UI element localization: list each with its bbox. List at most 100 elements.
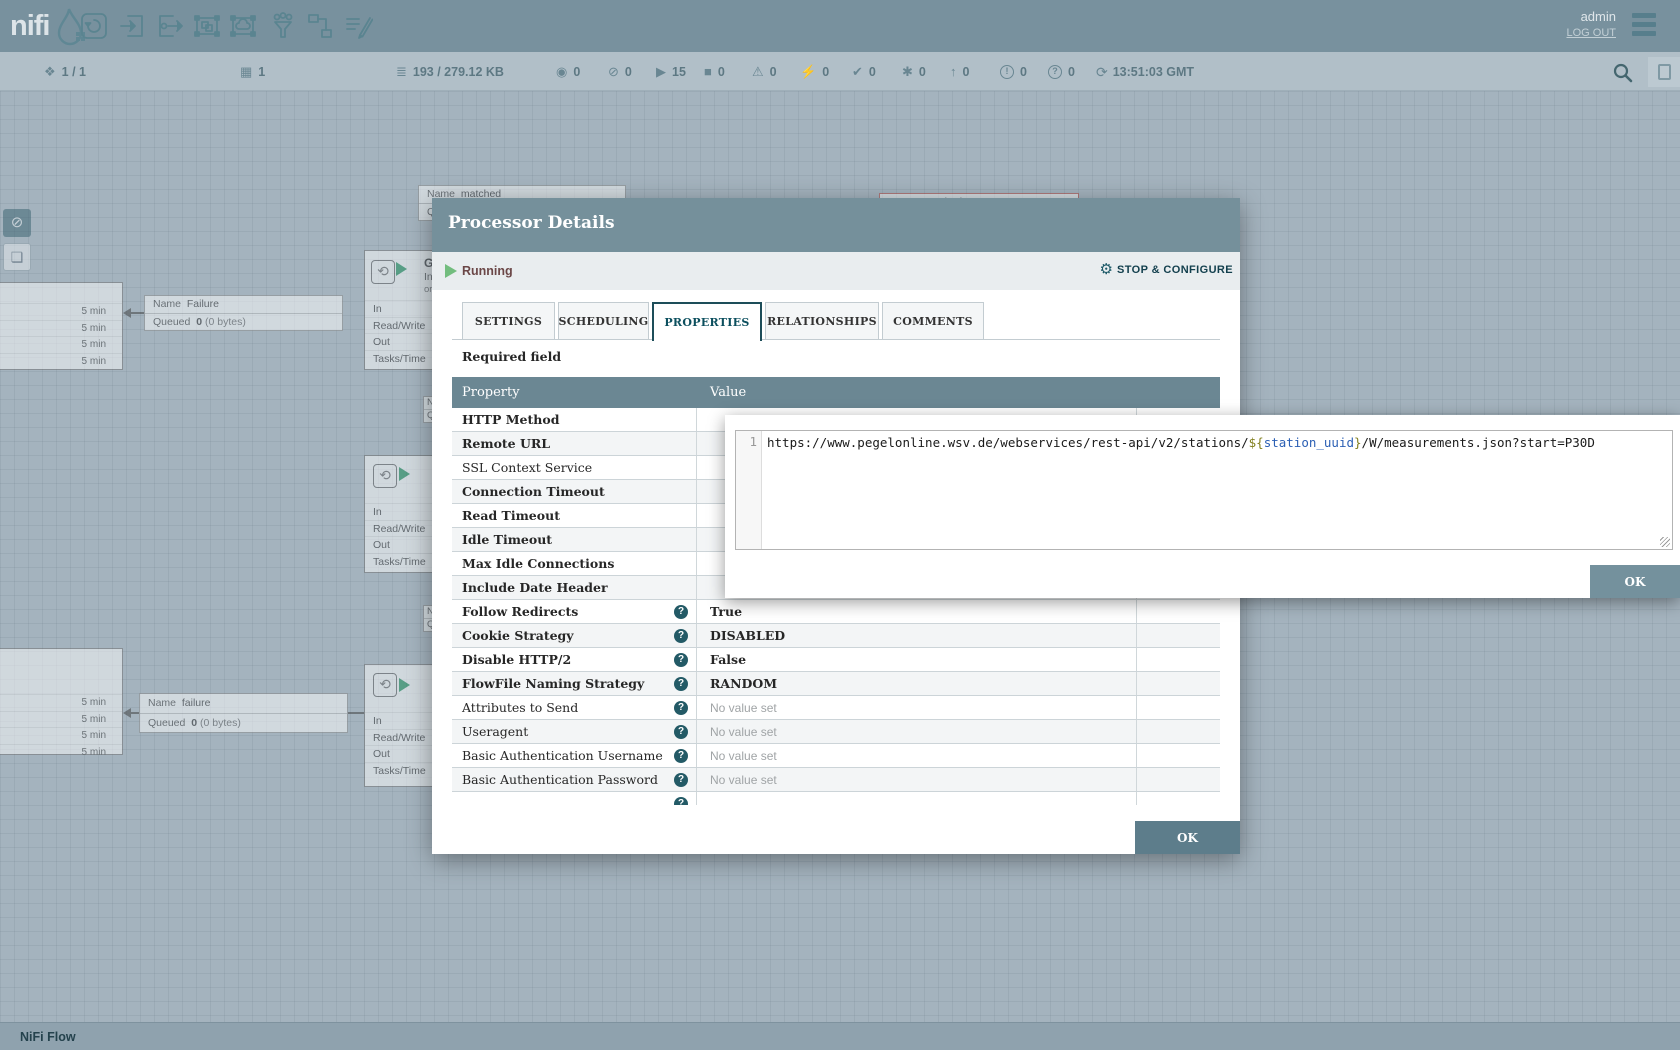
tab-properties[interactable]: PROPERTIES (652, 302, 762, 341)
bulletin-board-button[interactable] (1648, 57, 1680, 87)
property-row[interactable]: Useragent?No value set (452, 720, 1220, 744)
property-value[interactable]: True (710, 604, 742, 619)
editor-ok-button[interactable]: OK (1590, 565, 1680, 598)
property-name: Cookie Strategy (462, 628, 574, 643)
status-item-sync-failure: ?0 (1048, 52, 1075, 91)
resize-handle-icon[interactable] (1660, 537, 1670, 547)
stop-and-configure-button[interactable]: ⚙ STOP & CONFIGURE (1100, 262, 1233, 277)
remote-process-group-component-button[interactable] (228, 11, 258, 41)
help-icon[interactable]: ? (674, 605, 688, 619)
status-item-cluster: ❖1 / 1 (44, 52, 86, 91)
flow-status-bar: ❖1 / 1▦1≣193 / 279.12 KB◉0⊘0▶15■0⚠0⚡0✔0✱… (0, 52, 1680, 91)
processor-clipped[interactable]: 5 min 5 min 5 min 5 min (0, 282, 123, 370)
running-indicator-icon (396, 262, 407, 276)
editor-line-number: 1 (736, 431, 762, 549)
property-row[interactable]: FlowFile Naming Strategy? RANDOM (452, 672, 1220, 696)
status-item-locally-modified-stale: !0 (1000, 52, 1027, 91)
property-row[interactable]: Basic Authentication Username? No value s… (452, 744, 1220, 768)
property-value[interactable]: DISABLED (710, 628, 785, 643)
connection-label[interactable]: Name Failure Queued 0 (0 bytes) (144, 295, 343, 331)
transmitting-icon: ◉ (556, 65, 567, 78)
status-item-threads: ▦1 (240, 52, 265, 91)
tab-settings[interactable]: SETTINGS (462, 302, 555, 340)
property-name: Connection Timeout (462, 484, 605, 499)
status-item-running: ▶15 (656, 52, 686, 91)
property-value[interactable]: False (710, 652, 746, 667)
connection-label[interactable]: Name failure Queued 0 (0 bytes) (139, 693, 348, 733)
up-to-date-icon: ✔ (852, 65, 863, 78)
processor-type-icon: ⟲ (373, 673, 397, 697)
property-row[interactable]: Attributes to Send?No value set (452, 696, 1220, 720)
status-item-not-transmitting: ⊘0 (608, 52, 632, 91)
refresh-status[interactable]: ⟳ 13:51:03 GMT (1096, 52, 1194, 91)
dialog-ok-button[interactable]: OK (1135, 821, 1240, 854)
output-port-component-button[interactable] (155, 11, 185, 41)
help-icon[interactable]: ? (674, 797, 688, 806)
tab-scheduling[interactable]: SCHEDULING (558, 302, 649, 340)
property-name: Basic Authentication Username (462, 748, 663, 763)
label-component-button[interactable] (343, 11, 373, 41)
property-name: HTTP Method (462, 412, 559, 427)
property-name: FlowFile Naming Strategy (462, 676, 644, 691)
property-row[interactable]: ? (452, 792, 1220, 805)
property-value[interactable]: No value set (710, 701, 777, 715)
help-icon[interactable]: ? (674, 773, 688, 787)
operate-palette-button[interactable]: ⊘ (3, 209, 31, 237)
dialog-header: Processor Details (432, 198, 1240, 252)
property-column-header: Property (452, 385, 697, 400)
refresh-icon[interactable]: ⟳ (1096, 65, 1108, 79)
connection-line (348, 712, 364, 714)
property-value[interactable]: No value set (710, 749, 777, 763)
status-item-up-to-date: ✔0 (852, 52, 876, 91)
breadcrumb[interactable]: NiFi Flow (20, 1030, 76, 1044)
processor-component-button[interactable] (79, 11, 109, 41)
funnel-component-button[interactable] (268, 11, 298, 41)
property-row[interactable]: Cookie Strategy? DISABLED (452, 624, 1220, 648)
editor-code-line[interactable]: https://www.pegelonline.wsv.de/webservic… (767, 434, 1670, 451)
process-group-component-button[interactable] (192, 11, 222, 41)
input-port-component-button[interactable] (118, 11, 148, 41)
template-component-button[interactable] (305, 11, 335, 41)
global-menu-icon[interactable] (1632, 13, 1656, 40)
status-count: 0 (963, 65, 970, 79)
logout-link[interactable]: LOG OUT (1566, 27, 1616, 39)
processor-clipped[interactable]: 5 min 5 min 5 min 5 min (0, 648, 123, 755)
status-count: 193 / 279.12 KB (413, 65, 504, 79)
code-segment-def: https://www.pegelonline.wsv.de/webservic… (767, 435, 1249, 450)
required-field-note: Required field (462, 349, 561, 364)
help-icon[interactable]: ? (674, 701, 688, 715)
help-icon[interactable]: ? (674, 653, 688, 667)
properties-table-header: Property Value (452, 377, 1220, 408)
stat-window: 5 min (0, 336, 122, 353)
running-status-label: Running (462, 264, 513, 278)
property-value[interactable]: No value set (710, 725, 777, 739)
dialog-status-row: Running ⚙ STOP & CONFIGURE (432, 252, 1240, 290)
help-icon[interactable]: ? (674, 749, 688, 763)
help-icon[interactable]: ? (674, 725, 688, 739)
connection-queued-key: Queued (148, 717, 185, 729)
value-editor-textarea[interactable]: 1 https://www.pegelonline.wsv.de/webserv… (735, 430, 1673, 550)
nifi-logo-text: nifi (10, 10, 50, 43)
connection-arrow-icon (123, 308, 131, 318)
property-value[interactable]: No value set (710, 773, 777, 787)
help-icon[interactable]: ? (674, 677, 688, 691)
property-row[interactable]: Basic Authentication Password?No value s… (452, 768, 1220, 792)
processor-type-icon: ⟲ (371, 260, 395, 284)
operate-palette-button[interactable]: ❏ (3, 243, 31, 271)
code-segment-def: /W/measurements.json?start=P30D (1362, 435, 1595, 450)
stat-window: 5 min (0, 353, 122, 370)
not-transmitting-icon: ⊘ (608, 65, 619, 78)
queued-icon: ≣ (396, 65, 407, 78)
stat-window: 5 min (0, 694, 122, 711)
tab-relationships[interactable]: RELATIONSHIPS (765, 302, 879, 340)
property-row[interactable]: Disable HTTP/2?False (452, 648, 1220, 672)
search-icon[interactable] (1612, 62, 1634, 84)
help-icon[interactable]: ? (674, 629, 688, 643)
tab-comments[interactable]: COMMENTS (882, 302, 984, 340)
status-count: 0 (822, 65, 829, 79)
tag-icon: ❏ (11, 249, 24, 265)
nifi-logo: nifi (10, 6, 88, 46)
property-value[interactable]: RANDOM (710, 676, 777, 691)
status-count: 15 (672, 65, 686, 79)
property-row[interactable]: Follow Redirects?True (452, 600, 1220, 624)
